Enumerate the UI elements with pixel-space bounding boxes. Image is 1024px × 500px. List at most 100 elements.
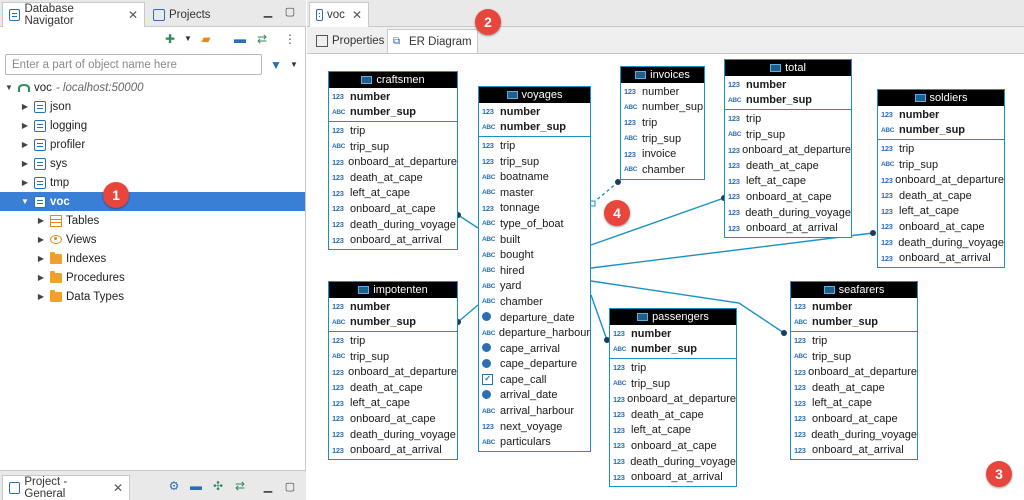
entity-invoices[interactable]: invoices 123 number ABC number_sup 123 trip ABC… [620, 66, 705, 180]
entity-column[interactable]: ABC chamber [479, 294, 590, 310]
entity-key-column[interactable]: ABC number_sup [479, 120, 590, 136]
entity-key-column[interactable]: ABC number_sup [610, 342, 736, 358]
expand-toggle-icon[interactable]: ▶ [36, 235, 46, 244]
entity-column[interactable]: 123 death_during_voyage [878, 235, 1004, 251]
entity-column[interactable]: ABC number_sup [621, 100, 704, 116]
entity-column[interactable]: 123 onboard_at_arrival [878, 250, 1004, 266]
er-diagram-canvas[interactable]: craftsmen 123 number ABC number_sup 123 trip AB… [307, 55, 1024, 500]
entity-key-column[interactable]: ABC number_sup [878, 123, 1004, 139]
tab-er-diagram[interactable]: ⧉ ER Diagram [387, 29, 478, 53]
entity-key-column[interactable]: 123 number [725, 77, 851, 93]
entity-column[interactable]: ABC trip_sup [791, 349, 917, 365]
chevron-down-icon[interactable]: ▼ [286, 58, 302, 72]
entity-column[interactable]: 123 onboard_at_departure [791, 364, 917, 380]
entity-column[interactable]: 123 death_at_cape [329, 380, 457, 396]
entity-column[interactable]: ABC particulars [479, 434, 590, 450]
entity-key-column[interactable]: ABC number_sup [329, 315, 457, 331]
entity-column[interactable]: 123 death_during_voyage [329, 217, 457, 233]
close-icon[interactable]: ✕ [113, 481, 123, 495]
entity-key-column[interactable]: 123 number [610, 326, 736, 342]
minimize-icon[interactable]: ▁ [262, 481, 274, 493]
minimize-icon[interactable]: ▁ [262, 6, 274, 18]
entity-column[interactable]: departure_date [479, 310, 590, 326]
entity-column[interactable]: 123 death_during_voyage [610, 454, 736, 470]
entity-column[interactable]: 123 left_at_cape [878, 204, 1004, 220]
entity-key-column[interactable]: 123 number [479, 104, 590, 120]
tab-projects[interactable]: Projects [147, 2, 247, 27]
tree-item-sys[interactable]: ▶ sys [20, 154, 300, 173]
tab-voc-editor[interactable]: voc ✕ [309, 2, 369, 27]
entity-column[interactable]: 123 trip [610, 360, 736, 376]
entity-column[interactable]: ABC master [479, 185, 590, 201]
gear-icon[interactable]: ⚙ [166, 479, 182, 493]
entity-column[interactable]: arrival_date [479, 388, 590, 404]
entity-column[interactable]: 123 onboard_at_departure [329, 364, 457, 380]
entity-column[interactable]: 123 onboard_at_arrival [725, 220, 851, 236]
entity-column[interactable]: 123 next_voyage [479, 419, 590, 435]
chevron-down-icon[interactable]: ▼ [180, 32, 196, 46]
entity-key-column[interactable]: 123 number [791, 299, 917, 315]
entity-column[interactable]: 123 number [621, 84, 704, 100]
entity-column[interactable]: 123 onboard_at_arrival [791, 442, 917, 458]
entity-column[interactable]: 123 trip [329, 123, 457, 139]
new-folder-icon[interactable]: ▰ [198, 32, 214, 46]
entity-column[interactable]: ABC trip_sup [878, 157, 1004, 173]
entity-column[interactable]: 123 onboard_at_cape [329, 411, 457, 427]
entity-header[interactable]: craftsmen [329, 72, 457, 88]
entity-column[interactable]: ABC trip_sup [329, 139, 457, 155]
entity-column[interactable]: 123 left_at_cape [791, 396, 917, 412]
expand-toggle-icon[interactable]: ▼ [4, 83, 14, 92]
expand-toggle-icon[interactable]: ▶ [20, 178, 30, 187]
expand-toggle-icon[interactable]: ▶ [36, 273, 46, 282]
tree-item-data-types[interactable]: ▶ Data Types [36, 287, 296, 306]
entity-column[interactable]: 123 onboard_at_arrival [329, 442, 457, 458]
tab-properties[interactable]: Properties [311, 29, 389, 53]
entity-column[interactable]: 123 onboard_at_departure [725, 142, 851, 158]
expand-toggle-icon[interactable]: ▶ [20, 140, 30, 149]
entity-column[interactable]: 123 onboard_at_departure [878, 172, 1004, 188]
entity-passengers[interactable]: passengers 123 number ABC number_sup 123 trip A… [609, 308, 737, 487]
entity-craftsmen[interactable]: craftsmen 123 number ABC number_sup 123 trip AB… [328, 71, 458, 250]
entity-column[interactable]: ABC chamber [621, 162, 704, 178]
entity-header[interactable]: passengers [610, 309, 736, 325]
close-icon[interactable]: ✕ [128, 8, 138, 22]
link-editor-icon[interactable]: ⇄ [254, 32, 270, 46]
tree-item-tmp[interactable]: ▶ tmp [20, 173, 300, 192]
entity-key-column[interactable]: 123 number [329, 299, 457, 315]
entity-column[interactable]: 123 death_at_cape [725, 158, 851, 174]
entity-column[interactable]: 123 trip_sup [479, 154, 590, 170]
expand-toggle-icon[interactable]: ▶ [20, 102, 30, 111]
entity-column[interactable]: 123 onboard_at_departure [329, 154, 457, 170]
entity-column[interactable]: cape_call [479, 372, 590, 388]
entity-column[interactable]: 123 left_at_cape [610, 423, 736, 439]
entity-key-column[interactable]: 123 number [878, 107, 1004, 123]
view-menu-icon[interactable]: ⋮ [282, 32, 298, 46]
entity-column[interactable]: ABC trip_sup [725, 127, 851, 143]
tree-item-views[interactable]: ▶ Views [36, 230, 296, 249]
tab-project-general[interactable]: Project - General ✕ [2, 475, 130, 500]
add-icon[interactable]: ✣ [210, 479, 226, 493]
entity-column[interactable]: 123 death_at_cape [610, 407, 736, 423]
entity-column[interactable]: 123 onboard_at_cape [725, 189, 851, 205]
entity-column[interactable]: 123 onboard_at_departure [610, 391, 736, 407]
tree-item-profiler[interactable]: ▶ profiler [20, 135, 300, 154]
entity-column[interactable]: ABC departure_harbour [479, 325, 590, 341]
link-editor-icon[interactable]: ⇄ [232, 479, 248, 493]
entity-column[interactable]: ABC arrival_harbour [479, 403, 590, 419]
entity-column[interactable]: 123 left_at_cape [329, 396, 457, 412]
entity-column[interactable]: 123 onboard_at_arrival [610, 469, 736, 485]
entity-voyages[interactable]: voyages 123 number ABC number_sup 123 trip 123 t… [478, 86, 591, 453]
entity-column[interactable]: 123 death_during_voyage [725, 205, 851, 221]
entity-total[interactable]: total 123 number ABC number_sup 123 trip ABC tri… [724, 59, 852, 238]
entity-column[interactable]: 123 invoice [621, 146, 704, 162]
expand-toggle-icon[interactable]: ▶ [36, 292, 46, 301]
entity-header[interactable]: soldiers [878, 90, 1004, 106]
entity-column[interactable]: ABC built [479, 232, 590, 248]
entity-column[interactable]: 123 death_during_voyage [791, 427, 917, 443]
entity-header[interactable]: invoices [621, 67, 704, 83]
entity-column[interactable]: ABC yard [479, 279, 590, 295]
collapse-all-icon[interactable]: ▬ [188, 479, 204, 493]
entity-column[interactable]: 123 trip [329, 333, 457, 349]
entity-column[interactable]: 123 trip [791, 333, 917, 349]
entity-key-column[interactable]: 123 number [329, 89, 457, 105]
